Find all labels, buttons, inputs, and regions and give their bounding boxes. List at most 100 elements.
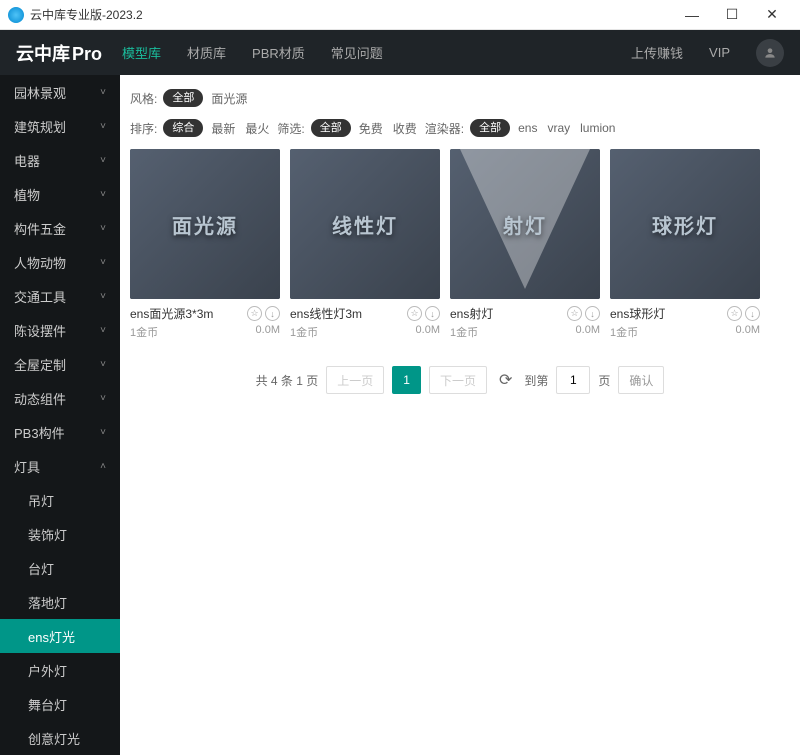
- sidebar-category[interactable]: 园林景观˅: [0, 75, 120, 109]
- card-price: 1金币: [610, 324, 638, 340]
- chevron-down-icon: ˅: [100, 87, 106, 98]
- sidebar-category[interactable]: 植物˅: [0, 177, 120, 211]
- close-button[interactable]: ✕: [752, 0, 792, 30]
- card-title: ens射灯: [450, 305, 493, 322]
- sidebar-category[interactable]: 人物动物 ˅: [0, 245, 120, 279]
- app-icon: [8, 7, 24, 23]
- sidebar-category-label: 植物: [14, 185, 40, 204]
- filter-sort-newest[interactable]: 最新: [209, 120, 237, 137]
- sidebar-sub-item[interactable]: 台灯: [0, 551, 120, 585]
- filter-render-lumion[interactable]: lumion: [578, 121, 617, 135]
- card-price: 1金币: [130, 324, 158, 340]
- page-1-button[interactable]: 1: [392, 366, 421, 394]
- filter-style-all[interactable]: 全部: [163, 89, 203, 107]
- brand-suffix: Pro: [72, 44, 102, 65]
- user-avatar[interactable]: [756, 39, 784, 67]
- nav-vip[interactable]: VIP: [709, 45, 730, 60]
- sidebar-category[interactable]: 灯具˄: [0, 449, 120, 483]
- model-card[interactable]: 射灯 ens射灯 ☆ ↓ 1金币 0.0M: [450, 149, 600, 340]
- jump-confirm-button[interactable]: 确认: [618, 366, 664, 394]
- card-thumbnail[interactable]: 面光源: [130, 149, 280, 299]
- chevron-down-icon: ˅: [100, 121, 106, 132]
- sidebar-category[interactable]: 动态组件˅: [0, 381, 120, 415]
- filter-render-vray[interactable]: vray: [545, 121, 572, 135]
- refresh-icon[interactable]: ⟳: [495, 370, 516, 390]
- sidebar-category[interactable]: 建筑规划˅: [0, 109, 120, 143]
- filter-sort-all[interactable]: 综合: [163, 119, 203, 137]
- card-price: 1金币: [450, 324, 478, 340]
- nav-upload[interactable]: 上传赚钱: [631, 43, 683, 62]
- sidebar-category[interactable]: 全屋定制˅: [0, 347, 120, 381]
- card-size: 0.0M: [256, 324, 280, 340]
- sidebar-category[interactable]: 交通工具˅: [0, 279, 120, 313]
- card-title: ens面光源3*3m: [130, 305, 213, 322]
- download-icon[interactable]: ↓: [585, 306, 600, 321]
- card-thumbnail[interactable]: 线性灯: [290, 149, 440, 299]
- card-size: 0.0M: [736, 324, 760, 340]
- sidebar-category[interactable]: 电器 ˅: [0, 143, 120, 177]
- download-icon[interactable]: ↓: [425, 306, 440, 321]
- page-unit: 页: [598, 372, 610, 389]
- filter-select-paid[interactable]: 收费: [391, 120, 419, 137]
- chevron-down-icon: ˅: [100, 393, 106, 404]
- thumb-text: 面光源: [172, 210, 238, 239]
- window-title: 云中库专业版-2023.2: [30, 6, 672, 23]
- filter-select-free[interactable]: 免费: [357, 120, 385, 137]
- favorite-icon[interactable]: ☆: [567, 306, 582, 321]
- filter-style-label: 风格:: [130, 90, 157, 107]
- page-summary: 共 4 条 1 页: [256, 372, 319, 389]
- filter-style-opt[interactable]: 面光源: [209, 90, 249, 107]
- top-nav: 云中库 Pro 模型库 材质库 PBR材质 常见问题 上传赚钱 VIP: [0, 30, 800, 75]
- sidebar-sub-item[interactable]: 装饰灯: [0, 517, 120, 551]
- sidebar-category[interactable]: PB3构件˅: [0, 415, 120, 449]
- model-card[interactable]: 面光源 ens面光源3*3m ☆ ↓ 1金币 0.0M: [130, 149, 280, 340]
- favorite-icon[interactable]: ☆: [407, 306, 422, 321]
- sidebar-sub-item[interactable]: 舞台灯: [0, 687, 120, 721]
- sidebar-category-label: 电器: [14, 151, 40, 170]
- card-thumbnail[interactable]: 球形灯: [610, 149, 760, 299]
- brand-logo: 云中库 Pro: [16, 40, 102, 66]
- sidebar-category[interactable]: 陈设摆件˅: [0, 313, 120, 347]
- chevron-down-icon: ˅: [100, 257, 106, 268]
- next-page-button[interactable]: 下一页: [429, 366, 487, 394]
- maximize-button[interactable]: ☐: [712, 0, 752, 30]
- sidebar-sub-item[interactable]: 吊灯: [0, 483, 120, 517]
- sidebar-sub-item[interactable]: 户外灯: [0, 653, 120, 687]
- sidebar-category-label: 构件五金: [14, 219, 66, 238]
- nav-item-2[interactable]: PBR材质: [252, 43, 305, 62]
- sidebar-sub-item[interactable]: 落地灯: [0, 585, 120, 619]
- card-size: 0.0M: [576, 324, 600, 340]
- favorite-icon[interactable]: ☆: [247, 306, 262, 321]
- nav-item-3[interactable]: 常见问题: [331, 43, 383, 62]
- card-price: 1金币: [290, 324, 318, 340]
- model-card[interactable]: 球形灯 ens球形灯 ☆ ↓ 1金币 0.0M: [610, 149, 760, 340]
- filter-render-label: 渲染器:: [425, 120, 464, 137]
- sidebar-category-label: 人物动物: [14, 253, 66, 272]
- filter-style-row: 风格: 全部 面光源: [130, 89, 790, 107]
- thumb-text: 球形灯: [652, 210, 718, 239]
- card-title: ens球形灯: [610, 305, 665, 322]
- filter-select-all[interactable]: 全部: [311, 119, 351, 137]
- sidebar-sub-item[interactable]: 创意灯光: [0, 721, 120, 755]
- download-icon[interactable]: ↓: [265, 306, 280, 321]
- filter-sort-hottest[interactable]: 最火: [243, 120, 271, 137]
- favorite-icon[interactable]: ☆: [727, 306, 742, 321]
- card-thumbnail[interactable]: 射灯: [450, 149, 600, 299]
- filter-render-ens[interactable]: ens: [516, 121, 539, 135]
- nav-item-1[interactable]: 材质库: [187, 43, 226, 62]
- sidebar-sub-item[interactable]: ens灯光: [0, 619, 120, 653]
- nav-item-0[interactable]: 模型库: [122, 43, 161, 62]
- sidebar-category[interactable]: 构件五金 ˅: [0, 211, 120, 245]
- chevron-down-icon: ˅: [100, 155, 106, 166]
- filter-render-all[interactable]: 全部: [470, 119, 510, 137]
- chevron-down-icon: ˅: [100, 223, 106, 234]
- model-card[interactable]: 线性灯 ens线性灯3m ☆ ↓ 1金币 0.0M: [290, 149, 440, 340]
- page-input[interactable]: [556, 366, 590, 394]
- minimize-button[interactable]: —: [672, 0, 712, 30]
- chevron-up-icon: ˄: [100, 461, 106, 472]
- sidebar: 园林景观˅建筑规划˅电器˅植物˅构件五金˅人物动物˅交通工具˅陈设摆件˅全屋定制…: [0, 75, 120, 755]
- download-icon[interactable]: ↓: [745, 306, 760, 321]
- prev-page-button[interactable]: 上一页: [326, 366, 384, 394]
- thumb-text: 线性灯: [332, 210, 398, 239]
- chevron-down-icon: ˅: [100, 427, 106, 438]
